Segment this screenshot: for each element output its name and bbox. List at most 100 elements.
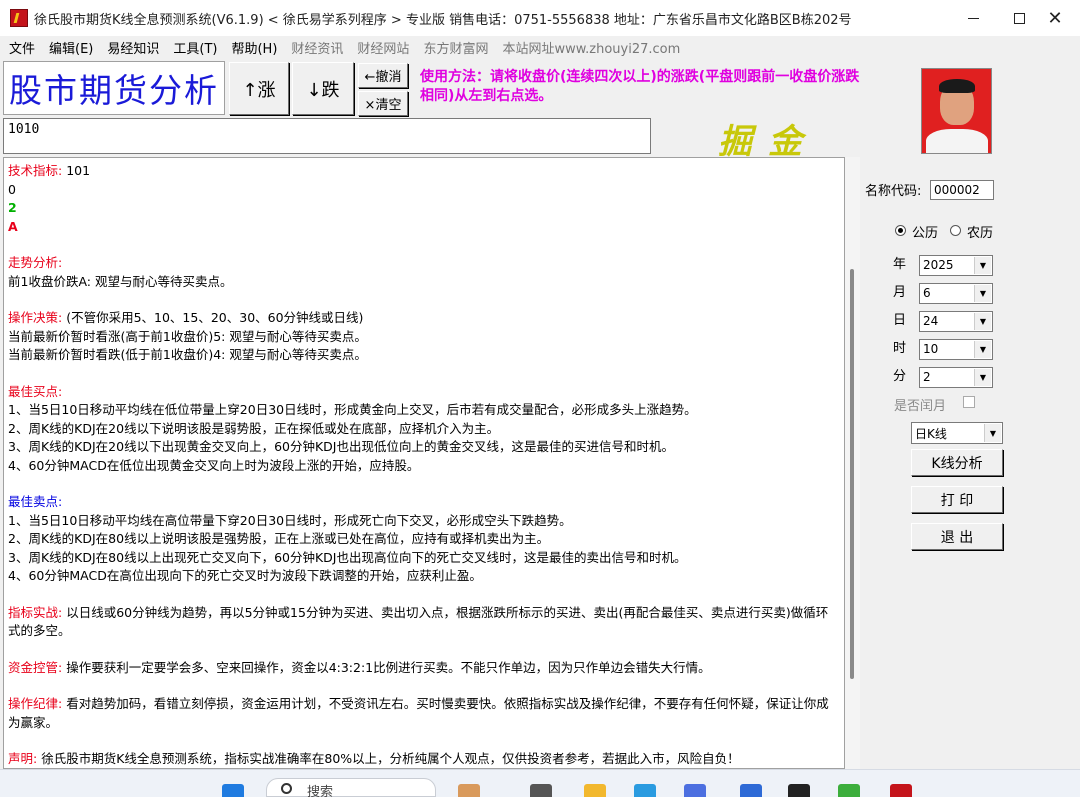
slogan-text: 掘金: [718, 122, 818, 162]
month-select[interactable]: 6 ▼: [919, 283, 993, 304]
month-label: 月: [893, 285, 907, 300]
fund-text: 操作要获利一定要学会多、空来回操作，资金以4:3:2:1比例进行买卖。不能只作单…: [62, 659, 711, 675]
usage-instructions: 使用方法：请将收盘价(连续四次以上)的涨跌(平盘则跟前一收盘价涨跌相同)从左到右…: [420, 69, 860, 104]
sell-line-4: 4、60分钟MACD在高位出现向下的死亡交叉时为波段下跌调整的开始，应获利止盈。: [8, 568, 482, 583]
lunar-radio[interactable]: [950, 225, 961, 236]
sequence-input[interactable]: 1010: [3, 118, 651, 154]
sell-line-2: 2、周K线的KDJ在80线以上说明该股是强势股，正在上涨或已处在高位，应持有或择…: [8, 531, 550, 546]
lunar-label: 农历: [967, 226, 994, 241]
menu-finance-news[interactable]: 财经资讯: [291, 38, 343, 57]
app-icon: [10, 9, 28, 27]
trend-text: 前1收盘价跌A: 观望与耐心等待买卖点。: [8, 273, 233, 289]
buy-line-3: 3、周K线的KDJ在20线以下出现黄金交叉向上，60分钟KDJ也出现低位向上的黄…: [8, 439, 674, 454]
right-panel: [860, 60, 1080, 769]
menu-finance-sites[interactable]: 财经网站: [357, 38, 409, 57]
day-label: 日: [893, 313, 907, 328]
edge-browser-icon[interactable]: [634, 784, 656, 797]
menu-eastmoney[interactable]: 东方财富网: [423, 38, 488, 57]
kline-analyze-button[interactable]: K线分析: [911, 449, 1003, 476]
menu-tools[interactable]: 工具(T): [173, 38, 217, 57]
day-value: 24: [923, 314, 939, 328]
fund-label: 资金控管:: [8, 659, 63, 675]
output-scrollbar[interactable]: [845, 157, 860, 769]
hour-value: 10: [923, 342, 939, 356]
buy-line-2: 2、周K线的KDJ在20线以下说明该股是弱势股，正在探低或处在底部，应择机介入为…: [8, 420, 500, 436]
op-line-2: 当前最新价暂时看跌(低于前1收盘价)4: 观望与耐心等待买卖点。: [8, 347, 367, 362]
day-select[interactable]: 24 ▼: [919, 311, 993, 332]
app-icon-green[interactable]: [838, 784, 860, 797]
op-line-1: 当前最新价暂时看涨(高于前1收盘价)5: 观望与耐心等待买卖点。: [8, 328, 367, 344]
menu-website[interactable]: 本站网址www.zhouyi27.com: [502, 38, 680, 57]
hour-label: 时: [893, 341, 907, 356]
store-icon[interactable]: [684, 784, 706, 797]
statement-label: 声明:: [8, 751, 38, 766]
minute-label: 分: [893, 369, 907, 384]
hour-select[interactable]: 10 ▼: [919, 339, 993, 360]
search-label: 搜索: [307, 785, 334, 797]
analysis-output[interactable]: 技术指标: 101 0 2 A 走势分析: 前1收盘价跌A: 观望与耐心等待买卖…: [3, 157, 845, 769]
op-label: 操作决策:: [8, 310, 63, 325]
menu-bar: 文件 编辑(E) 易经知识 工具(T) 帮助(H) 财经资讯 财经网站 东方财富…: [0, 36, 1080, 58]
widget-icon[interactable]: [458, 784, 480, 797]
practice-text: 以日线或60分钟线为趋势，再以5分钟或15分钟为买进、卖出切入点，根据涨跌所标示…: [8, 604, 829, 639]
menu-yijing[interactable]: 易经知识: [107, 38, 159, 57]
buy-label: 最佳买点:: [8, 383, 63, 399]
sell-line-3: 3、周K线的KDJ在80线以上出现死亡交叉向下，60分钟KDJ也出现高位向下的死…: [8, 549, 687, 565]
discipline-text: 看对趋势加码，看错立刻停损，资金运用计划，不受资讯左右。买时慢卖要快。依照指标实…: [8, 696, 829, 730]
name-code-input[interactable]: 000002: [930, 180, 994, 200]
line-a: A: [8, 218, 18, 234]
clear-button[interactable]: ×清空: [358, 91, 408, 116]
down-button[interactable]: ↓跌: [292, 62, 354, 115]
qq-icon[interactable]: [788, 784, 810, 797]
menu-help[interactable]: 帮助(H): [231, 38, 277, 57]
trend-label: 走势分析:: [8, 255, 63, 270]
sell-label: 最佳卖点:: [8, 494, 63, 509]
minute-select[interactable]: 2 ▼: [919, 367, 993, 388]
sell-line-1: 1、当5日10日移动平均线在高位带量下穿20日30日线时，形成死亡向下交叉，必形…: [8, 512, 572, 528]
file-explorer-icon[interactable]: [584, 784, 606, 797]
name-code-label: 名称代码:: [865, 184, 922, 199]
task-view-icon[interactable]: [530, 784, 552, 797]
print-button[interactable]: 打 印: [911, 486, 1003, 513]
active-app-icon[interactable]: [890, 784, 912, 797]
close-button[interactable]: ✕: [1032, 0, 1078, 36]
title-bar: 徐氏股市期货K线全息预测系统(V6.1.9) < 徐氏易学系列程序 > 专业版 …: [0, 0, 1080, 36]
year-select[interactable]: 2025 ▼: [919, 255, 993, 276]
chevron-down-icon: ▼: [974, 285, 991, 302]
menu-edit[interactable]: 编辑(E): [49, 38, 93, 57]
minute-value: 2: [923, 370, 931, 384]
buy-line-4: 4、60分钟MACD在低位出现黄金交叉向上时为波段上涨的开始，应持股。: [8, 457, 420, 473]
author-photo: [921, 68, 992, 154]
scrollbar-thumb[interactable]: [850, 269, 854, 679]
undo-button[interactable]: ←撤消: [358, 63, 408, 88]
windows-start-icon[interactable]: [222, 784, 244, 797]
chevron-down-icon: ▼: [974, 257, 991, 274]
minimize-button[interactable]: [950, 0, 996, 36]
practice-label: 指标实战:: [8, 604, 63, 620]
buy-line-1: 1、当5日10日移动平均线在低位带量上穿20日30日线时，形成黄金向上交叉，后市…: [8, 402, 697, 417]
line-zero: 0: [8, 181, 16, 197]
chevron-down-icon: ▼: [984, 424, 1001, 442]
search-icon: [281, 783, 292, 794]
period-select[interactable]: 日K线 ▼: [911, 422, 1003, 444]
leap-month-checkbox[interactable]: [963, 396, 975, 408]
maximize-icon: [1013, 12, 1025, 24]
period-value: 日K线: [915, 427, 947, 441]
year-label: 年: [893, 257, 907, 272]
menu-file[interactable]: 文件: [9, 38, 35, 57]
solar-radio[interactable]: [895, 225, 906, 236]
chevron-down-icon: ▼: [974, 313, 991, 330]
solar-label: 公历: [912, 226, 939, 241]
chevron-down-icon: ▼: [974, 369, 991, 386]
year-value: 2025: [923, 258, 954, 272]
up-button[interactable]: ↑涨: [229, 62, 289, 115]
taskbar-search[interactable]: 搜索: [266, 778, 436, 797]
minimize-icon: [967, 17, 979, 19]
statement-text: 徐氏股市期货K线全息预测系统，指标实战准确率在80%以上，分析纯属个人观点，仅供…: [37, 751, 740, 766]
leap-month-label: 是否闰月: [894, 399, 947, 414]
op-text: (不管你采用5、10、15、20、30、60分钟线或日线): [62, 310, 364, 325]
line-two: 2: [8, 200, 17, 215]
window-title: 徐氏股市期货K线全息预测系统(V6.1.9) < 徐氏易学系列程序 > 专业版 …: [34, 13, 852, 28]
app-icon-blue[interactable]: [740, 784, 762, 797]
exit-button[interactable]: 退 出: [911, 523, 1003, 550]
